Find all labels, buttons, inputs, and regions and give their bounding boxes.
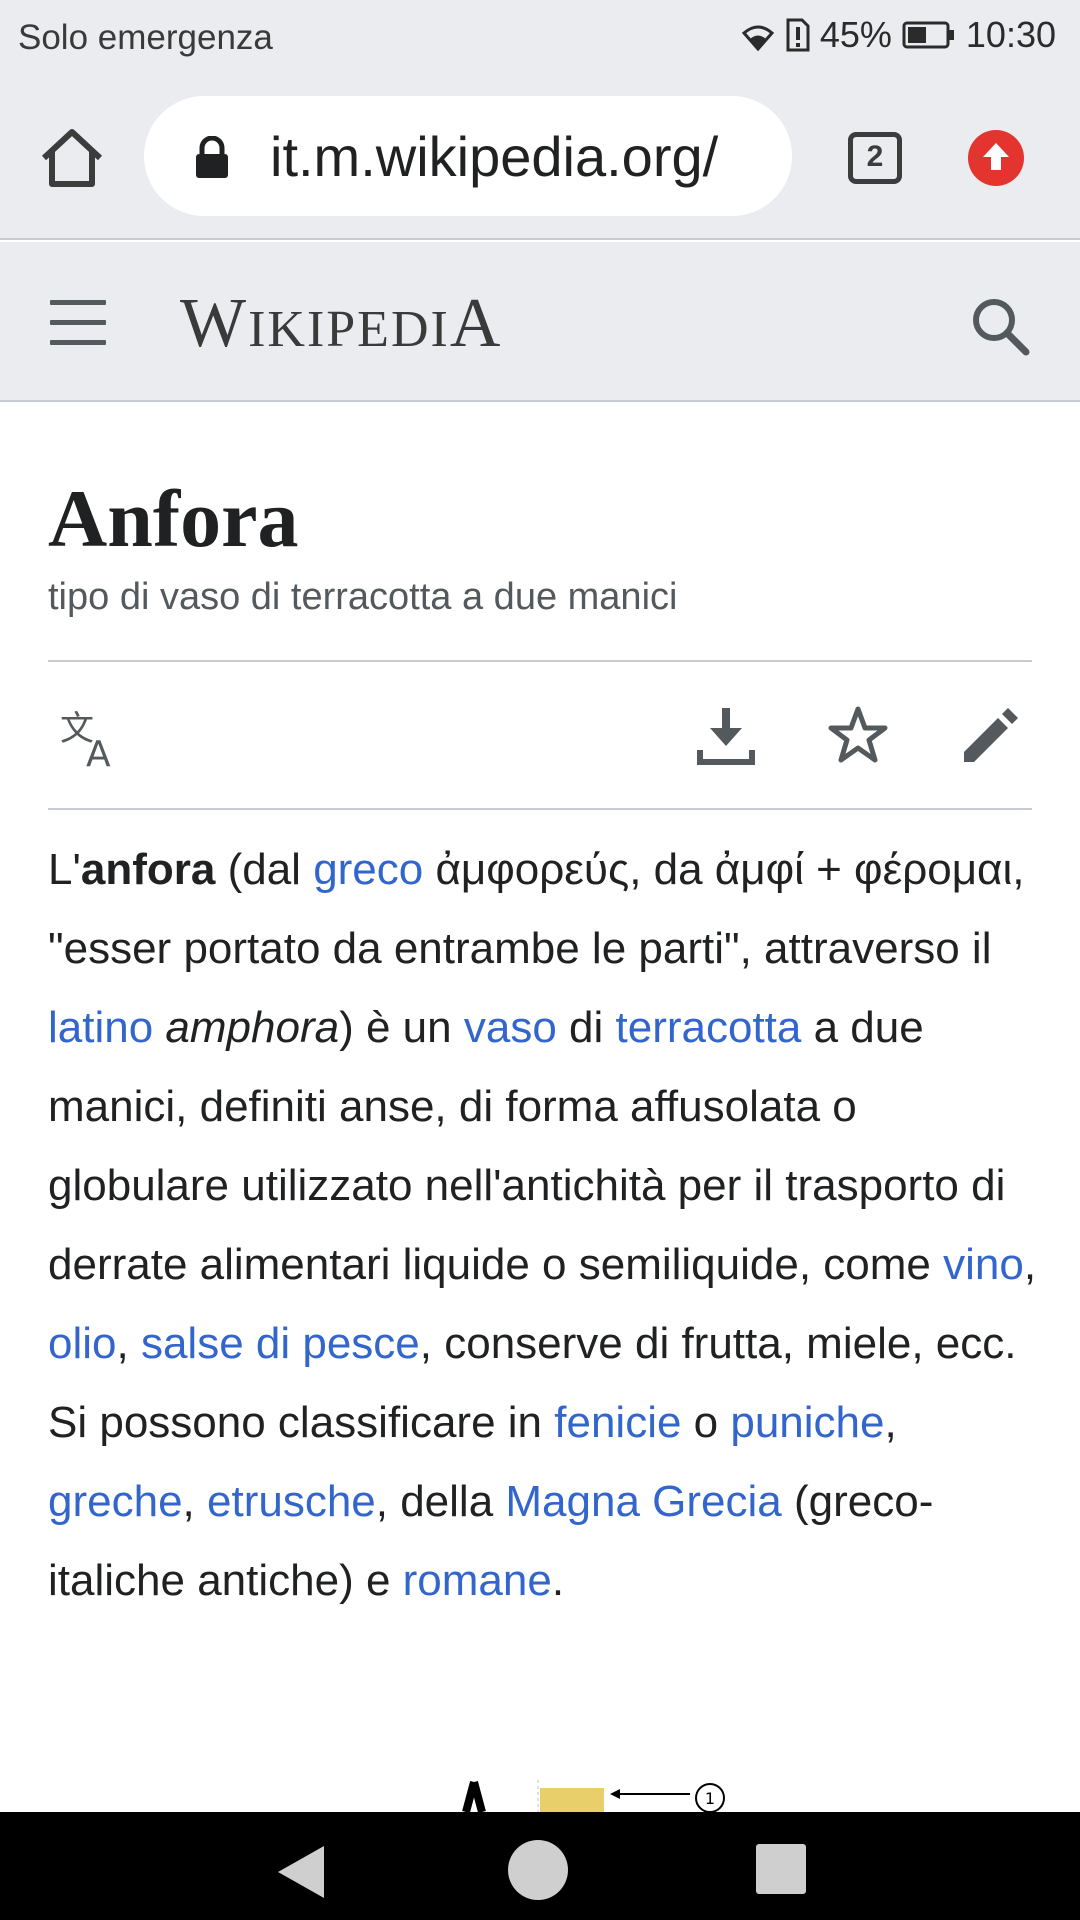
paragraph-text: , della	[375, 1477, 506, 1526]
paragraph-text: .	[551, 1556, 565, 1605]
article-link[interactable]: olio	[48, 1319, 117, 1368]
sim-alert-icon	[786, 18, 810, 52]
battery-percent: 45%	[819, 14, 892, 55]
paragraph-text: o	[681, 1398, 731, 1447]
bold-term: anfora	[80, 845, 216, 894]
divider	[48, 660, 1032, 662]
status-bar: Solo emergenza 45% 10:30	[0, 0, 1080, 76]
wikipedia-wordmark[interactable]: WIKIPEDIA	[180, 284, 502, 364]
language-icon[interactable]: 文 A	[58, 706, 122, 770]
article-link[interactable]: salse di pesce	[141, 1319, 420, 1368]
article-link[interactable]: vino	[943, 1240, 1024, 1289]
article-link[interactable]: latino	[48, 1003, 153, 1052]
article-link[interactable]: terracotta	[616, 1003, 802, 1052]
address-bar[interactable]: it.m.wikipedia.org/	[144, 96, 792, 216]
menu-icon[interactable]	[50, 300, 106, 346]
url-fade	[752, 96, 792, 216]
article-link[interactable]: greco	[313, 845, 423, 894]
back-icon[interactable]	[274, 1842, 328, 1902]
amphora-diagram: 1	[462, 1780, 725, 1812]
article-link[interactable]: vaso	[464, 1003, 557, 1052]
article-paragraph: L'anfora (dal greco ἀμφορεύς, da ἀμφί + …	[48, 830, 1038, 1620]
edit-icon[interactable]	[960, 706, 1020, 766]
article-link[interactable]: Magna Grecia	[505, 1477, 781, 1526]
article-link[interactable]: romane	[403, 1556, 552, 1605]
battery-icon	[902, 21, 954, 49]
star-icon[interactable]	[826, 704, 890, 768]
paragraph-text: ,	[182, 1477, 207, 1526]
search-icon[interactable]	[968, 294, 1032, 358]
download-icon[interactable]	[696, 704, 756, 768]
article-link[interactable]: etrusche	[207, 1477, 376, 1526]
article-link[interactable]: puniche	[730, 1398, 884, 1447]
tab-switcher-icon[interactable]: 2	[848, 132, 902, 184]
url-text[interactable]: it.m.wikipedia.org/	[270, 124, 718, 189]
update-arrow-icon	[983, 143, 1009, 170]
paragraph-text: ,	[1023, 1240, 1037, 1289]
paragraph-text	[153, 1003, 165, 1052]
wikipedia-header: WIKIPEDIA	[0, 242, 1080, 402]
paragraph-text: ) è un	[339, 1003, 464, 1052]
lock-icon	[196, 136, 228, 178]
italic-term: amphora	[165, 1003, 340, 1052]
page-title: Anfora	[48, 473, 299, 564]
svg-text:A: A	[86, 734, 111, 770]
divider	[48, 808, 1032, 810]
clock: 10:30	[965, 14, 1056, 55]
article-link[interactable]: greche	[48, 1477, 183, 1526]
paragraph-text: ,	[116, 1319, 141, 1368]
wifi-icon	[741, 25, 774, 51]
paragraph-text: ,	[884, 1398, 897, 1447]
home-icon[interactable]	[38, 124, 106, 192]
figure-marker-label: 1	[705, 1789, 715, 1808]
recents-icon[interactable]	[756, 1844, 806, 1894]
paragraph-text: (dal	[215, 845, 314, 894]
carrier-label: Solo emergenza	[18, 18, 273, 57]
paragraph-text: L'	[48, 845, 81, 894]
paragraph-text: di	[556, 1003, 616, 1052]
article-link[interactable]: fenicie	[554, 1398, 681, 1447]
update-icon[interactable]	[968, 130, 1024, 186]
status-icons: 45% 10:30	[740, 14, 1056, 56]
page-subtitle: tipo di vaso di terracotta a due manici	[48, 576, 678, 618]
browser-toolbar: it.m.wikipedia.org/ 2	[0, 76, 1080, 240]
home-circle-icon[interactable]	[508, 1840, 568, 1900]
navigation-bar	[0, 1812, 1080, 1920]
